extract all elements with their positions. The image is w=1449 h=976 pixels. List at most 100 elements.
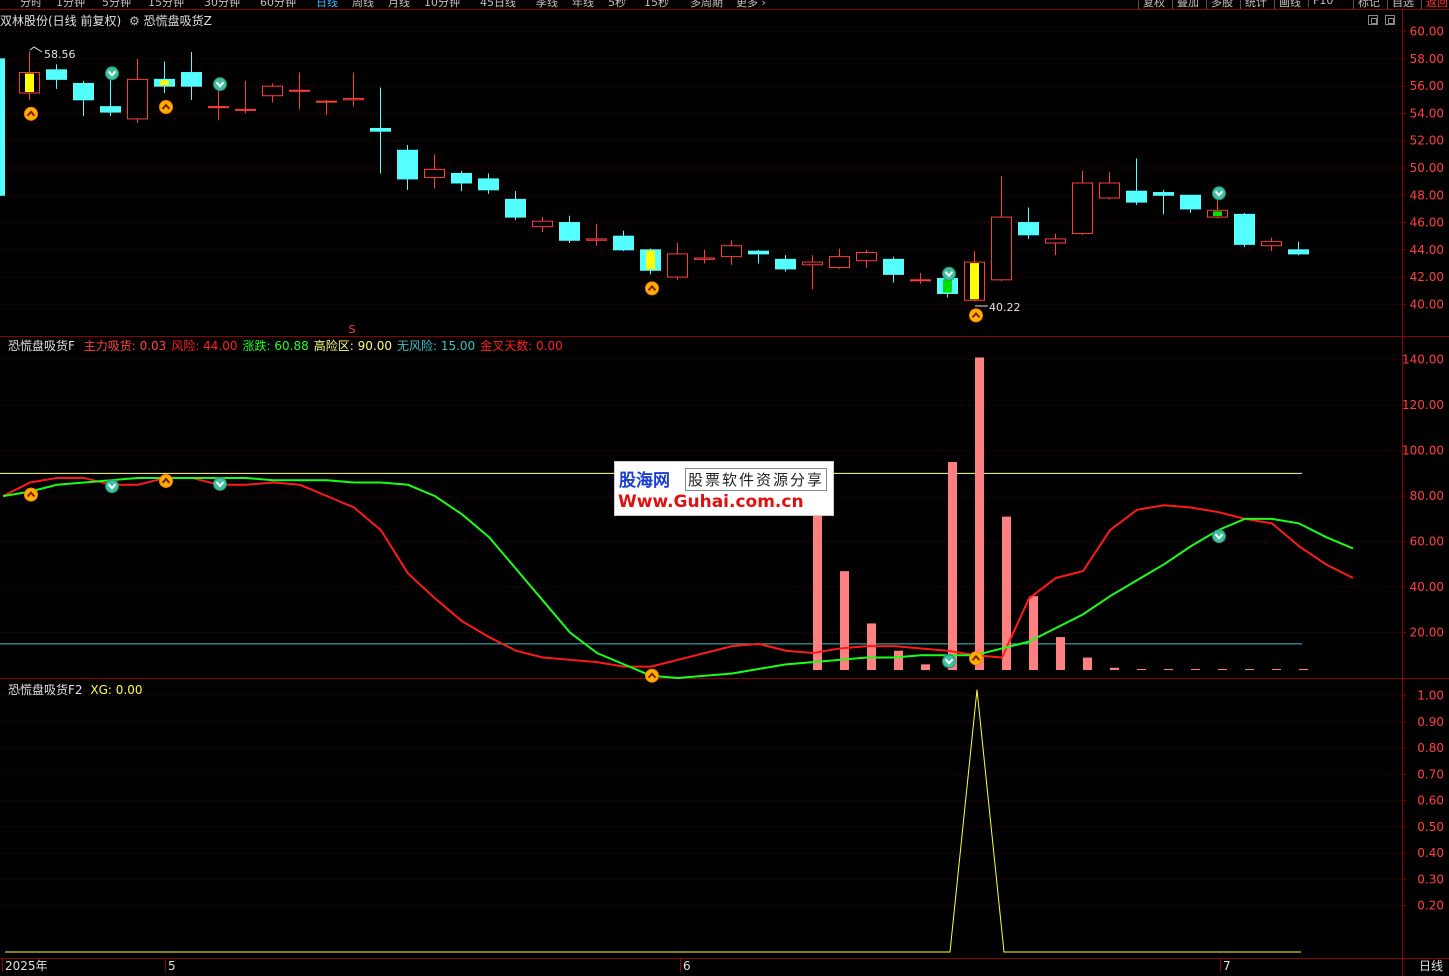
candle-body-9 [235, 108, 256, 111]
x-label-3: 7 [1223, 959, 1231, 973]
accumulation-bar-16 [1245, 669, 1254, 670]
main-y-label-1: 58.00 [1410, 52, 1444, 66]
main-sell-marker-2 [942, 266, 956, 281]
ind-buy-marker-3 [969, 651, 983, 666]
accumulation-bar-8 [1029, 596, 1038, 670]
gear-icon[interactable]: ⚙ [129, 14, 140, 28]
watermark-brand: 股海网 [619, 471, 670, 491]
candle-body-47 [1261, 241, 1282, 247]
candle-body-39 [1045, 238, 1066, 244]
accumulation-bar-12 [1137, 669, 1146, 670]
main-y-label-5: 50.00 [1410, 161, 1444, 175]
candle-body-0 [0, 58, 5, 196]
indicator-name[interactable]: 恐慌盘吸货F [8, 339, 75, 353]
accumulation-bar-10 [1083, 657, 1092, 670]
ind-sell-marker-0 [105, 479, 119, 494]
xg-y-label-3: 0.70 [1417, 767, 1444, 781]
main-y-label-0: 60.00 [1410, 25, 1444, 39]
candle-body-19 [505, 198, 526, 218]
maximize-panel-button[interactable] [1385, 15, 1395, 25]
xg-y-label-7: 0.30 [1417, 872, 1444, 886]
candle-highlight-24 [646, 250, 655, 270]
main-buy-marker-1 [159, 100, 173, 114]
main-sell-marker-3 [1212, 186, 1226, 201]
candle-body-28 [748, 250, 769, 255]
xg-y-label-0: 1.00 [1417, 689, 1444, 703]
accumulation-bar-4 [921, 664, 930, 670]
main-sell-marker-0 [105, 66, 119, 81]
candle-body-5 [127, 78, 148, 120]
candle-body-32 [856, 252, 877, 262]
ind-sell-marker-2 [942, 654, 956, 669]
candle-body-20 [532, 220, 553, 228]
candle-body-30 [802, 261, 823, 266]
ind-sell-marker-1 [213, 476, 227, 491]
xg-y-label-1: 0.90 [1417, 715, 1444, 729]
candle-body-4 [100, 106, 121, 113]
candle-body-43 [1153, 192, 1174, 196]
ind-y-label-0: 140.00 [1402, 353, 1444, 367]
high-price-label: 58.56 [44, 48, 76, 61]
main-buy-marker-0 [24, 106, 38, 121]
candle-body-34 [910, 279, 931, 282]
candle-body-13 [343, 97, 364, 101]
ind-y-label-6: 20.00 [1410, 626, 1444, 640]
watermark-logo: 股海网 股票软件资源分享 Www.Guhai.com.cn [614, 461, 834, 516]
candle-body-25 [667, 253, 688, 278]
restore-panel-button[interactable] [1368, 15, 1378, 25]
ind-y-label-2: 100.00 [1402, 444, 1444, 458]
x-label-2: 6 [683, 959, 691, 973]
accumulation-bar-13 [1164, 669, 1173, 670]
candle-body-29 [775, 258, 796, 270]
x-label-1: 5 [168, 959, 176, 973]
indicator-title[interactable]: 恐慌盘吸货Z [144, 14, 212, 28]
ind-y-label-3: 80.00 [1410, 489, 1444, 503]
accumulation-bar-11 [1110, 667, 1119, 670]
candle-body-7 [181, 72, 202, 87]
accumulation-bar-15 [1218, 669, 1227, 670]
ind-y-label-1: 120.00 [1402, 398, 1444, 412]
candle-body-48 [1288, 249, 1309, 255]
candle-body-26 [694, 257, 715, 260]
candle-body-22 [586, 238, 607, 241]
s-marker: S [349, 323, 356, 336]
main-y-label-3: 54.00 [1410, 106, 1444, 120]
xg-value: 0.00 [115, 683, 143, 697]
candle-body-33 [883, 258, 904, 275]
indicator-item-0: 主力吸货: 0.03 [83, 339, 167, 353]
accumulation-bar-1 [840, 571, 849, 670]
main-sell-marker-1 [213, 77, 227, 92]
period-label[interactable]: 日线 [1419, 957, 1443, 974]
indicator-item-3: 高险区: 90.00 [313, 339, 392, 353]
main-y-label-9: 42.00 [1410, 270, 1444, 284]
main-y-label-6: 48.00 [1410, 188, 1444, 202]
candle-body-46 [1234, 213, 1255, 245]
candle-body-18 [478, 178, 499, 191]
ind-buy-marker-2 [645, 668, 659, 683]
watermark-url: Www.Guhai.com.cn [618, 492, 804, 512]
accumulation-bar-6 [975, 357, 984, 670]
candle-highlight-36 [970, 263, 979, 300]
main-y-label-4: 52.00 [1410, 134, 1444, 148]
candle-body-38 [1018, 222, 1039, 236]
ind-sell-marker-3 [1212, 529, 1226, 544]
main-y-label-10: 40.00 [1410, 297, 1444, 311]
xg-name[interactable]: 恐慌盘吸货F2 [8, 683, 83, 697]
candle-body-8 [208, 106, 229, 109]
candle-body-21 [559, 222, 580, 241]
indicator-item-2: 涨跌: 60.88 [242, 339, 309, 353]
candle-body-16 [424, 168, 445, 179]
indicator-item-1: 风险: 44.00 [171, 339, 238, 353]
xg-y-label-5: 0.50 [1417, 820, 1444, 834]
watermark-tagline: 股票软件资源分享 [685, 468, 828, 491]
high-price-pointer [29, 46, 43, 53]
ind-y-label-5: 40.00 [1410, 580, 1444, 594]
accumulation-bar-14 [1191, 669, 1200, 670]
indicator-values: 主力吸货: 0.03 风险: 44.00 涨跌: 60.88 高险区: 90.00 无风… [79, 339, 563, 353]
xg-series-line [5, 689, 1301, 953]
accumulation-bar-18 [1299, 669, 1308, 670]
candle-body-11 [289, 89, 310, 92]
candle-body-31 [829, 256, 850, 269]
candle-body-37 [991, 216, 1012, 281]
candle-body-10 [262, 85, 283, 97]
